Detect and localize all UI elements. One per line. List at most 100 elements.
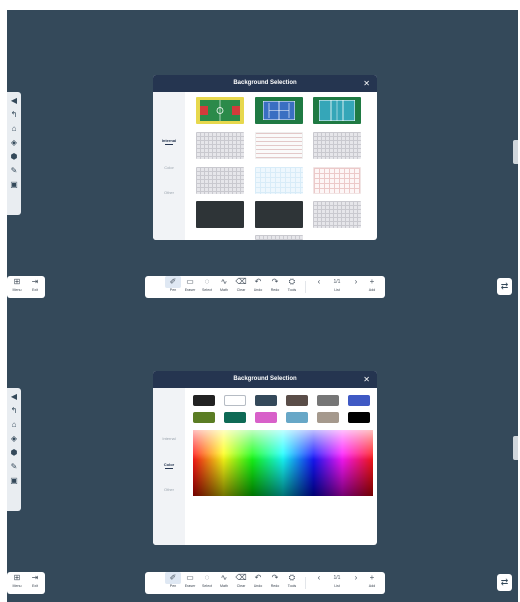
category-sidebar: Internal Color Other	[153, 388, 185, 545]
tab-internal[interactable]: Internal	[153, 436, 185, 441]
color-swatch[interactable]	[317, 395, 339, 406]
pen-button[interactable]: ✐ Pen	[165, 572, 181, 594]
menu-exit-bar: ⊞ Menu ⇥ Exit	[7, 572, 45, 594]
home-icon[interactable]: ⌂	[9, 124, 19, 134]
color-swatch[interactable]	[348, 395, 370, 406]
menu-button[interactable]: ⊞ Menu	[9, 276, 25, 298]
math-button[interactable]: ∿ Math	[216, 276, 232, 298]
add-page-button[interactable]: + Add	[364, 276, 380, 298]
layers-icon[interactable]: ◈	[9, 434, 19, 444]
exit-button[interactable]: ⇥ Exit	[27, 276, 43, 298]
tab-color[interactable]: Color	[153, 462, 185, 469]
background-thumbnail[interactable]	[313, 167, 361, 194]
color-swatch[interactable]	[193, 395, 215, 406]
pen-button[interactable]: ✐ Pen	[165, 276, 181, 298]
color-swatch[interactable]	[255, 395, 277, 406]
dialog-header: Background Selection ✕	[153, 75, 377, 92]
close-icon[interactable]: ✕	[363, 371, 370, 388]
color-swatch[interactable]	[286, 395, 308, 406]
background-thumbnail[interactable]	[255, 167, 303, 194]
collapse-arrow-icon[interactable]: ◀	[9, 96, 19, 106]
color-swatch[interactable]	[348, 412, 370, 423]
eraser-icon: ▭	[186, 277, 194, 286]
close-icon[interactable]: ✕	[363, 75, 370, 92]
background-thumbnail[interactable]	[196, 132, 244, 159]
next-page-button[interactable]: ›	[348, 572, 364, 594]
select-button[interactable]: ◌ Select	[199, 572, 215, 594]
volleyball-court-thumbnail[interactable]	[313, 97, 361, 124]
color-spectrum-picker[interactable]	[193, 430, 373, 496]
tennis-court-thumbnail[interactable]	[255, 97, 303, 124]
color-swatch[interactable]	[224, 395, 246, 406]
tools-button[interactable]: ⛭ Tools	[284, 276, 300, 298]
chevron-right-icon: ›	[354, 277, 358, 286]
next-page-button[interactable]: ›	[348, 276, 364, 298]
background-thumbnail[interactable]	[255, 235, 303, 240]
background-thumbnail[interactable]	[196, 167, 244, 194]
volleyball-court-icon	[318, 99, 356, 122]
color-swatch[interactable]	[317, 412, 339, 423]
background-thumbnail[interactable]	[313, 132, 361, 159]
plus-icon: +	[369, 277, 375, 286]
dialog-title: Background Selection	[233, 80, 297, 86]
category-sidebar: Internal Color Other	[153, 92, 185, 240]
background-thumbnail[interactable]	[196, 201, 244, 228]
box-icon[interactable]: ▣	[9, 180, 19, 190]
clear-button[interactable]: ⌫ Clear	[233, 572, 249, 594]
clear-button[interactable]: ⌫ Clear	[233, 276, 249, 298]
redo-button[interactable]: ↷ Redo	[267, 572, 283, 594]
collapse-arrow-icon[interactable]: ◀	[9, 392, 19, 402]
undo-button[interactable]: ↶ Undo	[250, 572, 266, 594]
layers-icon[interactable]: ◈	[9, 138, 19, 148]
select-button[interactable]: ◌ Select	[199, 276, 215, 298]
window-switch-button[interactable]: ⇄	[497, 278, 512, 295]
dialog-title: Background Selection	[233, 376, 297, 382]
background-thumbnail[interactable]	[313, 201, 361, 228]
switch-icon: ⇄	[500, 281, 509, 291]
redo-icon: ↷	[271, 277, 279, 286]
math-button[interactable]: ∿ Math	[216, 572, 232, 594]
grid-icon: ⊞	[13, 573, 21, 582]
tab-color[interactable]: Color	[153, 165, 185, 170]
basketball-court-thumbnail[interactable]	[196, 97, 244, 124]
menu-button[interactable]: ⊞ Menu	[9, 572, 25, 594]
color-swatch[interactable]	[286, 412, 308, 423]
divider	[305, 281, 306, 293]
window-switch-button[interactable]: ⇄	[497, 574, 512, 591]
edit-icon[interactable]: ✎	[9, 462, 19, 472]
color-swatch[interactable]	[193, 412, 215, 423]
right-side-tab[interactable]	[513, 436, 518, 460]
page-indicator: 1/1	[333, 279, 341, 285]
edit-icon[interactable]: ✎	[9, 166, 19, 176]
background-thumbnail[interactable]	[255, 132, 303, 159]
color-swatch[interactable]	[224, 412, 246, 423]
right-side-tab[interactable]	[513, 140, 518, 164]
shield-icon[interactable]: ⬢	[9, 152, 19, 162]
shield-icon[interactable]: ⬢	[9, 448, 19, 458]
tools-button[interactable]: ⛭ Tools	[284, 572, 300, 594]
page-list-button[interactable]: 1/1 List	[325, 572, 349, 594]
back-icon[interactable]: ↰	[9, 110, 19, 120]
exit-button[interactable]: ⇥ Exit	[27, 572, 43, 594]
eraser-button[interactable]: ▭ Eraser	[182, 572, 198, 594]
undo-button[interactable]: ↶ Undo	[250, 276, 266, 298]
page-indicator: 1/1	[333, 575, 341, 581]
redo-button[interactable]: ↷ Redo	[267, 276, 283, 298]
add-page-button[interactable]: + Add	[364, 572, 380, 594]
switch-icon: ⇄	[500, 577, 509, 587]
eraser-icon: ▭	[186, 573, 194, 582]
redo-icon: ↷	[271, 573, 279, 582]
color-swatch[interactable]	[255, 412, 277, 423]
tab-internal[interactable]: Internal	[153, 138, 185, 145]
background-thumbnail[interactable]	[255, 201, 303, 228]
toolbox-icon: ⛭	[288, 277, 296, 286]
box-icon[interactable]: ▣	[9, 476, 19, 486]
page-list-button[interactable]: 1/1 List	[325, 276, 349, 298]
tab-other[interactable]: Other	[153, 190, 185, 195]
home-icon[interactable]: ⌂	[9, 420, 19, 430]
tab-other[interactable]: Other	[153, 487, 185, 492]
back-icon[interactable]: ↰	[9, 406, 19, 416]
eraser-button[interactable]: ▭ Eraser	[182, 276, 198, 298]
pen-icon: ✐	[165, 572, 181, 584]
screen-internal: ◀ ↰ ⌂ ◈ ⬢ ✎ ▣ Background Selection ✕ Int…	[7, 10, 518, 306]
